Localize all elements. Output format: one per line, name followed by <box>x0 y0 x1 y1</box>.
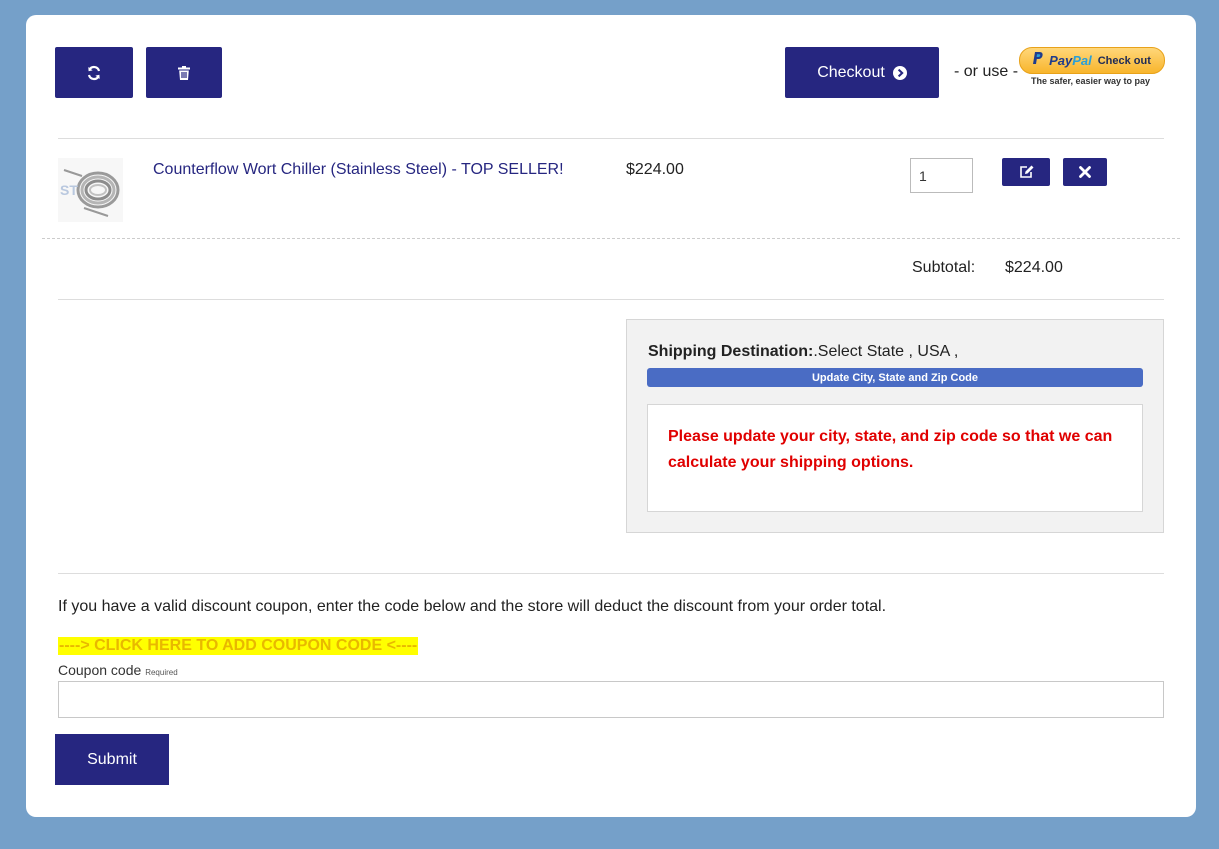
coupon-label: Coupon code Required <box>58 662 178 678</box>
paypal-checkout-button[interactable]: PayPal Check out The safer, easier way t… <box>1019 47 1165 89</box>
coupon-intro-text: If you have a valid discount coupon, ent… <box>58 598 887 615</box>
coupon-code-input[interactable] <box>58 681 1164 718</box>
divider <box>58 299 1164 300</box>
empty-cart-button[interactable] <box>146 47 222 98</box>
submit-coupon-button[interactable]: Submit <box>55 734 169 785</box>
required-text: Required <box>145 668 178 677</box>
paypal-check-out-text: Check out <box>1097 54 1151 67</box>
paypal-p-icon <box>1033 51 1043 70</box>
product-link[interactable]: Counterflow Wort Chiller (Stainless Stee… <box>153 161 564 179</box>
shipping-title: Shipping Destination: <box>648 343 814 360</box>
add-coupon-link[interactable]: ----> CLICK HERE TO ADD COUPON CODE <---… <box>58 637 419 655</box>
subtotal-value: $224.00 <box>1005 259 1063 276</box>
product-thumbnail[interactable]: ST <box>58 158 123 222</box>
shipping-destination-value: .Select State , USA , <box>813 343 959 360</box>
remove-item-button[interactable] <box>1063 158 1107 186</box>
shipping-message-box: Please update your city, state, and zip … <box>647 404 1143 512</box>
update-item-button[interactable] <box>1002 158 1050 186</box>
row-divider <box>42 238 1180 239</box>
update-address-button[interactable]: Update City, State and Zip Code <box>647 368 1143 387</box>
shipping-destination: Shipping Destination:.Select State , USA… <box>648 343 958 361</box>
divider <box>58 138 1164 139</box>
close-icon <box>1079 166 1091 178</box>
cart-card: Checkout - or use - PayPal Check out The… <box>26 15 1196 817</box>
subtotal-label: Subtotal: <box>912 259 976 276</box>
or-use-text: - or use - <box>954 63 1019 80</box>
shipping-panel: Shipping Destination:.Select State , USA… <box>626 319 1164 533</box>
trash-icon <box>178 65 190 80</box>
paypal-logo: PayPal <box>1049 53 1092 68</box>
refresh-cart-button[interactable] <box>55 47 133 98</box>
divider <box>58 573 1164 574</box>
coupon-label-text: Coupon code <box>58 662 142 678</box>
paypal-tagline: The safer, easier way to pay <box>1031 76 1151 86</box>
checkout-label: Checkout <box>817 63 885 81</box>
arrow-circle-right-icon <box>892 65 907 80</box>
quantity-input[interactable] <box>910 158 973 193</box>
checkout-button[interactable]: Checkout <box>785 47 939 98</box>
edit-icon <box>1019 165 1034 179</box>
item-price: $224.00 <box>626 161 684 178</box>
shipping-warning: Please update your city, state, and zip … <box>668 428 1113 471</box>
svg-text:ST: ST <box>60 182 78 198</box>
refresh-icon <box>86 65 102 81</box>
